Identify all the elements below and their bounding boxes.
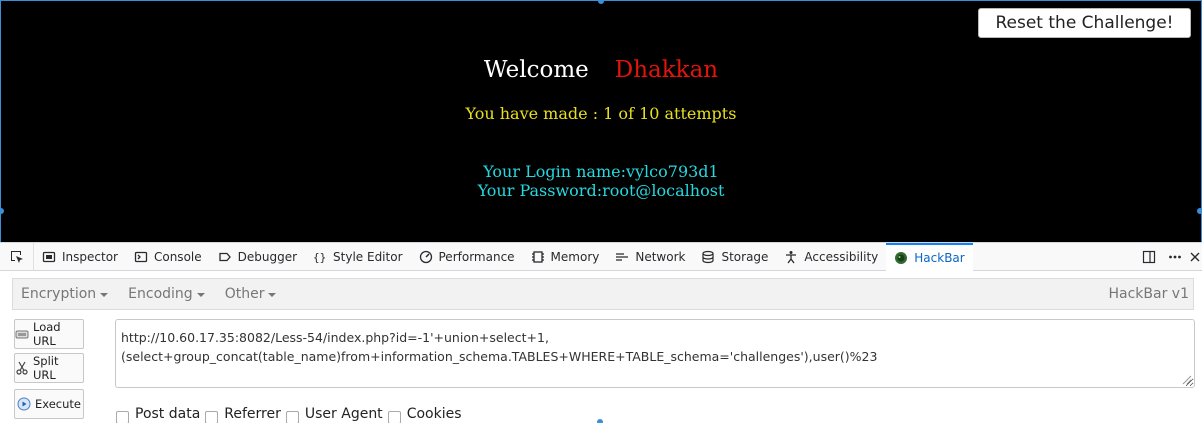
more-options-button[interactable] bbox=[1164, 243, 1186, 271]
selection-handle[interactable] bbox=[597, 419, 603, 423]
menu-label: Encryption bbox=[21, 286, 97, 302]
tab-performance[interactable]: Performance bbox=[411, 243, 523, 271]
close-icon bbox=[1190, 252, 1200, 262]
post-data-checkbox[interactable]: Post data bbox=[116, 405, 200, 423]
button-label: Load URL bbox=[33, 320, 61, 348]
tab-hackbar[interactable]: HackBar bbox=[886, 242, 973, 271]
option-label: Cookies bbox=[406, 406, 462, 422]
hackbar-options: Post data Referrer User Agent Cookies bbox=[116, 404, 467, 423]
dock-side-icon bbox=[1142, 250, 1156, 264]
tab-network[interactable]: Network bbox=[607, 243, 693, 271]
tab-style-editor[interactable]: {} Style Editor bbox=[305, 243, 410, 271]
tab-label: Style Editor bbox=[333, 249, 403, 264]
tab-inspector[interactable]: Inspector bbox=[34, 243, 126, 271]
tab-label: Network bbox=[635, 249, 686, 264]
debugger-icon bbox=[218, 252, 231, 261]
selection-handle[interactable] bbox=[1197, 208, 1202, 214]
tab-label: Memory bbox=[550, 249, 600, 264]
other-menu[interactable]: Other bbox=[225, 286, 277, 302]
welcome-heading: Welcome Dhakkan bbox=[1, 57, 1201, 83]
scissors-icon bbox=[16, 361, 28, 375]
play-icon bbox=[17, 397, 31, 411]
memory-icon bbox=[531, 250, 544, 263]
more-dots-icon bbox=[1169, 255, 1181, 259]
performance-icon bbox=[419, 250, 432, 263]
load-url-button[interactable]: Load URL bbox=[14, 319, 84, 349]
svg-text:{}: {} bbox=[313, 251, 326, 264]
tab-label: Inspector bbox=[62, 249, 118, 264]
attempts-counter: You have made : 1 of 10 attempts bbox=[465, 104, 737, 123]
tab-label: Accessibility bbox=[804, 249, 879, 264]
element-picker-button[interactable] bbox=[0, 242, 34, 271]
selection-handle[interactable] bbox=[598, 0, 604, 4]
tab-memory[interactable]: Memory bbox=[523, 243, 608, 271]
tab-debugger[interactable]: Debugger bbox=[210, 243, 305, 271]
split-url-button[interactable]: Split URL bbox=[14, 353, 84, 383]
tab-label: Storage bbox=[721, 249, 769, 264]
page-viewport: Reset the Challenge! Welcome Dhakkan You … bbox=[0, 0, 1202, 242]
menu-label: Other bbox=[224, 286, 265, 302]
user-name: Dhakkan bbox=[614, 57, 719, 83]
checkbox-box[interactable] bbox=[205, 410, 219, 423]
style-editor-icon: {} bbox=[313, 251, 326, 264]
option-label: Post data bbox=[135, 406, 201, 422]
execute-button[interactable]: Execute bbox=[14, 389, 84, 419]
selection-handle[interactable] bbox=[0, 208, 4, 214]
referrer-checkbox[interactable]: Referrer bbox=[205, 405, 281, 423]
encoding-menu[interactable]: Encoding bbox=[128, 286, 205, 302]
tab-console[interactable]: Console bbox=[126, 243, 210, 271]
storage-icon bbox=[702, 250, 715, 263]
url-line: http://10.60.17.35:8082/Less-54/index.ph… bbox=[121, 330, 549, 345]
network-icon bbox=[616, 252, 629, 261]
option-label: User Agent bbox=[304, 406, 383, 422]
welcome-text: Welcome bbox=[483, 57, 589, 83]
login-name-text: Your Login name:vylco793d1 bbox=[483, 162, 719, 181]
checkbox-box[interactable] bbox=[387, 410, 401, 423]
tab-label: Performance bbox=[438, 249, 515, 264]
console-icon bbox=[134, 251, 148, 262]
option-label: Referrer bbox=[224, 406, 281, 422]
tab-label: HackBar bbox=[914, 250, 965, 265]
tab-accessibility[interactable]: Accessibility bbox=[776, 243, 886, 271]
hackbar-version: HackBar v1 bbox=[1108, 286, 1190, 302]
checkbox-box[interactable] bbox=[285, 410, 299, 423]
cookies-checkbox[interactable]: Cookies bbox=[387, 405, 462, 423]
tab-label: Debugger bbox=[237, 249, 298, 264]
chevron-down-icon bbox=[268, 293, 277, 297]
chevron-down-icon bbox=[196, 293, 205, 297]
load-url-icon bbox=[15, 330, 29, 339]
reset-challenge-button[interactable]: Reset the Challenge! bbox=[978, 8, 1191, 38]
hackbar-icon bbox=[895, 251, 908, 264]
checkbox-box[interactable] bbox=[116, 410, 129, 423]
url-line: (select+group_concat(table_name)from+inf… bbox=[121, 349, 878, 364]
close-devtools-button[interactable] bbox=[1188, 243, 1202, 271]
button-label: Execute bbox=[35, 397, 81, 411]
hackbar-menu-bar: Encryption Encoding Other HackBar v1 bbox=[12, 278, 1194, 310]
menu-label: Encoding bbox=[128, 286, 193, 302]
element-picker-icon bbox=[10, 250, 23, 263]
devtools-toolbar: Inspector Console Debugger {} Style Edit… bbox=[0, 242, 1202, 271]
url-input[interactable]: http://10.60.17.35:8082/Less-54/index.ph… bbox=[115, 319, 1195, 388]
chevron-down-icon bbox=[100, 293, 109, 297]
tab-label: Console bbox=[153, 249, 202, 264]
accessibility-icon bbox=[786, 250, 797, 263]
dock-button[interactable] bbox=[1138, 243, 1160, 271]
resize-grip-icon[interactable] bbox=[1182, 375, 1192, 385]
button-label: Split URL bbox=[33, 354, 59, 382]
password-text: Your Password:root@localhost bbox=[477, 181, 725, 200]
encryption-menu[interactable]: Encryption bbox=[21, 286, 109, 302]
inspector-icon bbox=[42, 251, 56, 262]
tab-storage[interactable]: Storage bbox=[693, 243, 776, 271]
user-agent-checkbox[interactable]: User Agent bbox=[285, 405, 383, 423]
